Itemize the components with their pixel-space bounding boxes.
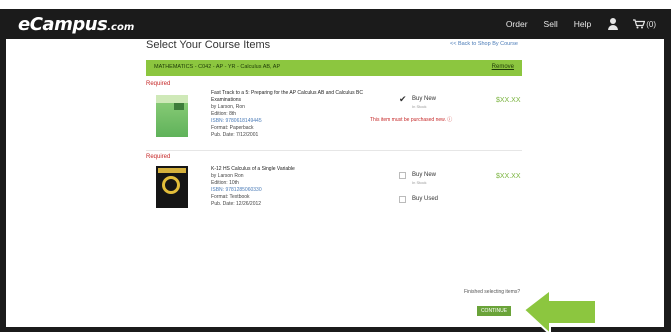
book-pub-date: Pub. Date: 12/26/2012 — [211, 201, 262, 207]
logo-text: eCampus — [18, 14, 108, 35]
cart-icon — [633, 19, 646, 29]
price: $XX.XX — [496, 97, 521, 104]
book-edition: Edition: 8th — [211, 111, 237, 117]
checkmark-icon[interactable]: ✔ — [399, 94, 407, 104]
book-edition: Edition: 10th — [211, 180, 239, 186]
finished-prompt: Finished selecting items? — [464, 289, 521, 295]
must-purchase-note: This item must be purchased new. ⓘ — [370, 116, 452, 123]
info-icon[interactable]: ⓘ — [447, 117, 452, 123]
header-bar: eCampus.com Order Sell Help (0) — [6, 9, 664, 39]
course-category-bar: MATHEMATICS - C042 - AP - YR - Calculus … — [146, 60, 522, 76]
book-details: Fast Track to a 5: Preparing for the AP … — [211, 90, 386, 139]
book-isbn[interactable]: ISBN: 9780618149445 — [211, 118, 386, 125]
cart-button[interactable]: (0) — [633, 19, 656, 29]
nav-order[interactable]: Order — [506, 19, 528, 29]
buy-new-checkbox[interactable] — [399, 172, 406, 179]
option-label: Buy New — [412, 172, 437, 178]
book-isbn[interactable]: ISBN: 9781285060330 — [211, 187, 386, 194]
nav-sell[interactable]: Sell — [544, 19, 558, 29]
required-label: Required — [146, 81, 171, 87]
book-author: by Larson, Ron — [211, 104, 245, 110]
top-nav: Order Sell Help (0) — [490, 9, 656, 39]
stock-status: In Stock — [412, 180, 427, 185]
book-format: Format: Textbook — [211, 194, 250, 200]
option-label: Buy Used — [412, 196, 439, 202]
book-title: Fast Track to a 5: Preparing for the AP … — [211, 90, 363, 103]
app-frame: eCampus.com Order Sell Help (0) Select Y… — [0, 0, 671, 336]
option-label: Buy New — [412, 96, 437, 102]
book-pub-date: Pub. Date: 7/12/2001 — [211, 132, 259, 138]
frame-right — [664, 9, 671, 331]
frame-left — [0, 9, 6, 331]
nav-help[interactable]: Help — [574, 19, 591, 29]
book-cover-image — [156, 95, 188, 137]
page-title: Select Your Course Items — [146, 39, 271, 51]
ecampus-logo[interactable]: eCampus.com — [18, 14, 134, 35]
course-label: MATHEMATICS - C042 - AP - YR - Calculus … — [154, 64, 281, 70]
buy-used-checkbox[interactable] — [399, 196, 406, 203]
cart-count: (0) — [646, 19, 656, 29]
back-to-shop-link[interactable]: << Back to Shop By Course — [450, 41, 518, 47]
divider — [146, 150, 522, 151]
price: $XX.XX — [496, 173, 521, 180]
required-label: Required — [146, 154, 171, 160]
stock-status: In Stock — [412, 104, 427, 109]
continue-button[interactable]: CONTINUE — [477, 306, 511, 316]
book-details: K-12 HS Calculus of a Single Variable by… — [211, 166, 386, 208]
book-author: by Larson Ron — [211, 173, 244, 179]
remove-link[interactable]: Remove — [492, 64, 514, 70]
book-title: K-12 HS Calculus of a Single Variable — [211, 166, 295, 172]
book-cover-image — [156, 166, 188, 208]
must-purchase-text: This item must be purchased new. — [370, 117, 446, 123]
user-icon[interactable] — [607, 18, 619, 30]
arrow-pointer-icon — [522, 287, 597, 336]
book-format: Format: Paperback — [211, 125, 254, 131]
logo-suffix: .com — [107, 22, 135, 33]
